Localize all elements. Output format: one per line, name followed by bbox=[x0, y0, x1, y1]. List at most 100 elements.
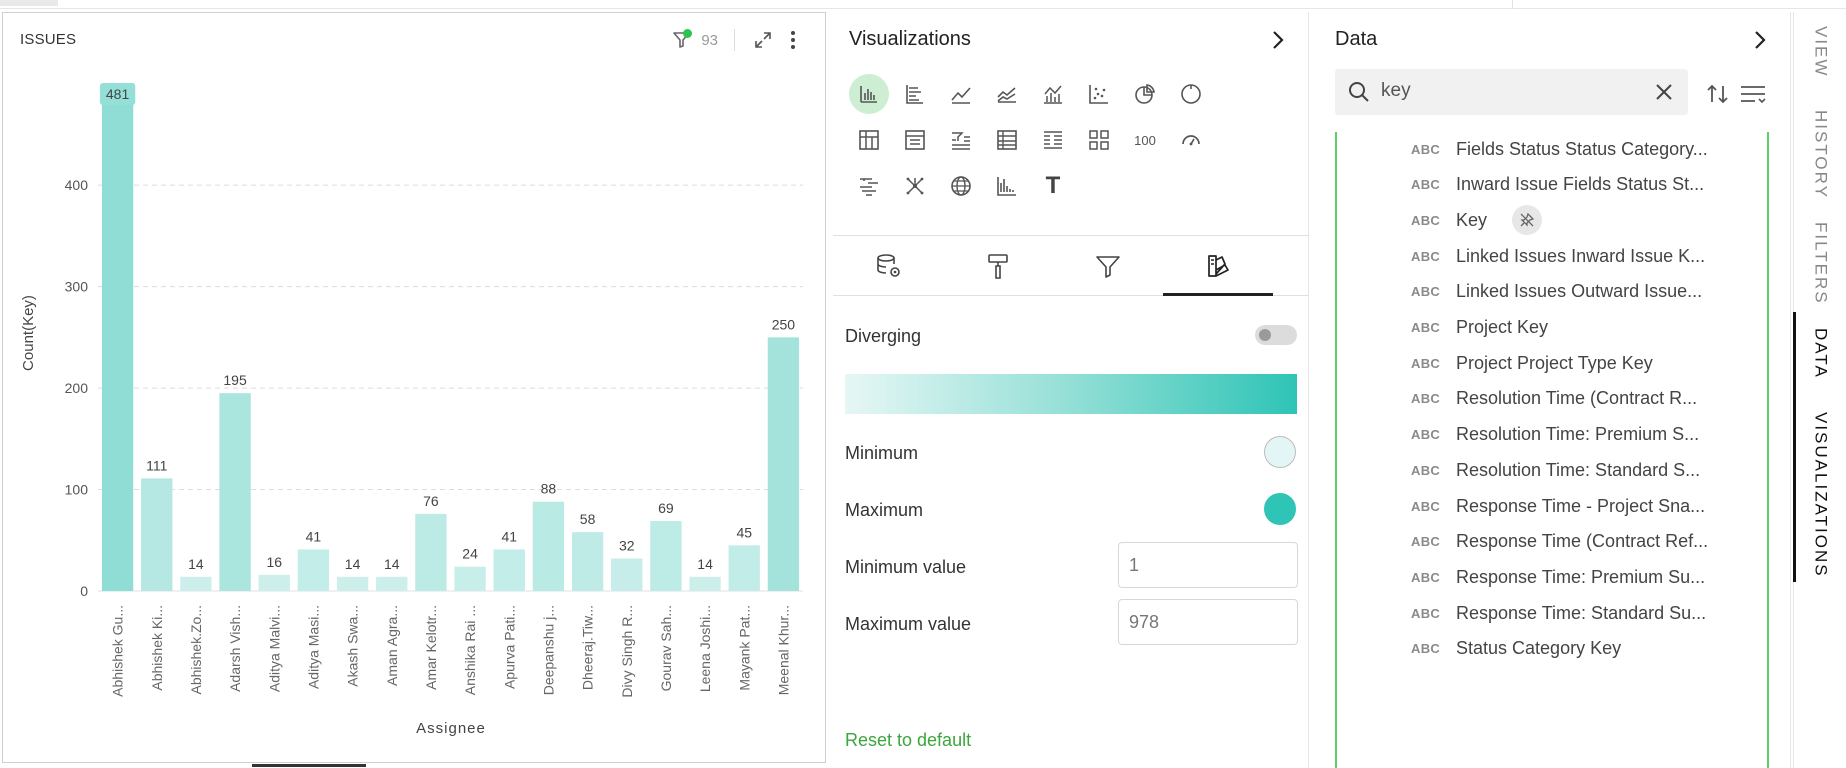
side-tab-visualizations[interactable]: VISUALIZATIONS bbox=[1794, 412, 1846, 578]
maximum-label: Maximum bbox=[845, 500, 924, 520]
tiles-icon bbox=[1089, 130, 1109, 150]
viz-type-button[interactable] bbox=[987, 166, 1027, 206]
bar[interactable] bbox=[101, 103, 134, 591]
side-tab-data[interactable]: DATA bbox=[1794, 328, 1846, 379]
x-tick-label: Akash Swa... bbox=[345, 605, 361, 687]
line-chart-icon bbox=[951, 87, 971, 104]
field-type-tag: ABC bbox=[1411, 212, 1441, 228]
field-name: Project Project Type Key bbox=[1456, 352, 1653, 373]
field-name: Resolution Time: Premium S... bbox=[1456, 424, 1700, 445]
x-tick-label: Gourav Sah... bbox=[658, 605, 674, 691]
side-tab-history-label: HISTORY bbox=[1811, 110, 1831, 199]
viz-type-button[interactable] bbox=[849, 120, 889, 160]
viz-type-button[interactable] bbox=[1033, 74, 1073, 114]
viz-type-button[interactable]: T bbox=[1033, 166, 1073, 206]
side-tab-active-indicator bbox=[1793, 312, 1796, 582]
collapse-visualizations-button[interactable] bbox=[1268, 28, 1288, 52]
minimum-value-input[interactable]: 1 bbox=[1118, 542, 1298, 588]
tab-format[interactable] bbox=[943, 236, 1053, 296]
tab-data-settings[interactable] bbox=[833, 236, 943, 296]
viz-type-button[interactable] bbox=[941, 166, 981, 206]
field-name: Fields Status Status Category... bbox=[1456, 138, 1708, 159]
pivot-table-icon bbox=[859, 130, 879, 150]
y-tick-label: 200 bbox=[65, 380, 89, 396]
bar[interactable] bbox=[258, 574, 290, 591]
minimum-color-swatch[interactable] bbox=[1264, 436, 1296, 468]
field-search-input[interactable]: key bbox=[1335, 69, 1688, 115]
viz-type-button[interactable] bbox=[895, 120, 935, 160]
tab-color[interactable] bbox=[1163, 236, 1273, 296]
bar[interactable] bbox=[611, 558, 643, 591]
data-title: Data bbox=[1335, 28, 1378, 50]
field-type-tag: ABC bbox=[1411, 284, 1441, 300]
bar[interactable] bbox=[415, 513, 447, 591]
viz-type-button[interactable] bbox=[987, 120, 1027, 160]
viz-type-button[interactable] bbox=[849, 74, 889, 114]
close-icon[interactable] bbox=[1654, 82, 1674, 102]
viz-type-button[interactable] bbox=[1033, 120, 1073, 160]
list-options-icon[interactable] bbox=[1739, 82, 1767, 106]
bar[interactable] bbox=[454, 566, 486, 591]
viz-type-button[interactable] bbox=[941, 74, 981, 114]
filter-button[interactable] bbox=[671, 29, 693, 51]
bar[interactable] bbox=[650, 520, 682, 591]
top-strip bbox=[0, 0, 1846, 9]
pin-icon[interactable] bbox=[1512, 205, 1542, 236]
x-tick-label: Dheeraj.Tiw... bbox=[580, 605, 596, 690]
field-type-tag: ABC bbox=[1411, 320, 1441, 335]
bar[interactable] bbox=[493, 549, 525, 591]
field-list-item[interactable]: ABC Status Category Key bbox=[1337, 628, 1767, 670]
bar[interactable] bbox=[689, 576, 721, 591]
gauge-icon bbox=[1182, 135, 1200, 146]
sort-icon[interactable] bbox=[1705, 82, 1731, 106]
bar[interactable] bbox=[376, 576, 408, 591]
viz-type-button[interactable] bbox=[895, 74, 935, 114]
bar[interactable] bbox=[180, 576, 212, 591]
diverging-toggle[interactable] bbox=[1255, 325, 1297, 345]
y-tick-label: 100 bbox=[65, 482, 89, 498]
funnel-text-icon bbox=[860, 178, 878, 196]
bar[interactable] bbox=[297, 549, 330, 591]
maximum-color-swatch[interactable] bbox=[1264, 493, 1296, 525]
more-options-button[interactable] bbox=[781, 28, 805, 52]
viz-type-button[interactable] bbox=[1171, 74, 1211, 114]
collapse-data-button[interactable] bbox=[1750, 28, 1770, 52]
data-label: 195 bbox=[223, 372, 247, 388]
bar[interactable] bbox=[532, 501, 565, 591]
combo-chart-icon bbox=[1044, 85, 1062, 104]
data-label: 14 bbox=[345, 556, 361, 572]
list-table-icon bbox=[1044, 131, 1062, 149]
viz-type-button[interactable] bbox=[1079, 74, 1119, 114]
x-tick-label: Deepanshu j... bbox=[540, 605, 556, 695]
chevron-right-icon bbox=[1273, 31, 1284, 49]
data-label: 111 bbox=[146, 457, 167, 473]
bar[interactable] bbox=[767, 337, 800, 591]
side-tab-history[interactable]: HISTORY bbox=[1794, 110, 1846, 199]
viz-type-button[interactable] bbox=[895, 166, 935, 206]
data-label: 41 bbox=[306, 528, 322, 544]
x-tick-label: Mayank Pat... bbox=[736, 605, 752, 691]
viz-type-button[interactable] bbox=[941, 120, 981, 160]
bar[interactable] bbox=[219, 393, 251, 591]
side-tab-view[interactable]: VIEW bbox=[1794, 26, 1846, 77]
viz-type-button[interactable] bbox=[987, 74, 1027, 114]
bar[interactable] bbox=[571, 532, 604, 591]
bar[interactable] bbox=[336, 576, 369, 591]
expand-button[interactable] bbox=[751, 28, 775, 52]
y-tick-label: 400 bbox=[65, 177, 89, 193]
bar[interactable] bbox=[728, 545, 760, 591]
side-tab-filters[interactable]: FILTERS bbox=[1794, 222, 1846, 305]
filter-table-icon bbox=[952, 132, 970, 150]
viz-type-button[interactable] bbox=[1079, 120, 1119, 160]
viz-type-button[interactable]: 100 bbox=[1125, 120, 1165, 160]
tab-filter[interactable] bbox=[1053, 236, 1163, 296]
maximum-value-input[interactable]: 978 bbox=[1118, 599, 1298, 645]
bar[interactable] bbox=[141, 478, 173, 591]
viz-type-button[interactable] bbox=[849, 166, 889, 206]
viz-type-button[interactable] bbox=[1125, 74, 1165, 114]
number-kpi-icon: 100 bbox=[1134, 132, 1156, 148]
database-settings-icon bbox=[877, 254, 900, 277]
x-tick-label: Aman Agra... bbox=[384, 605, 400, 686]
viz-type-button[interactable] bbox=[1171, 120, 1211, 160]
reset-to-default-link[interactable]: Reset to default bbox=[845, 730, 971, 751]
